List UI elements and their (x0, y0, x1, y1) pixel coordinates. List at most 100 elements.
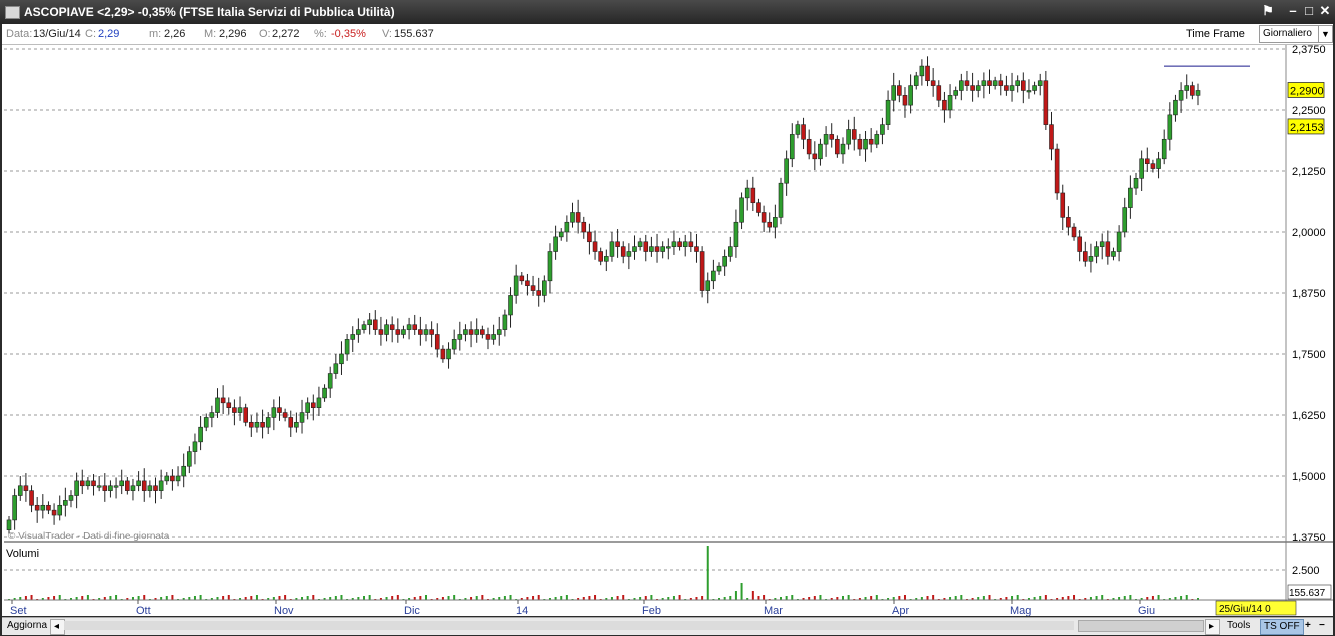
candle-body (784, 158, 789, 184)
candle-body (953, 90, 958, 96)
candle (705, 272, 711, 304)
candle-body (96, 485, 102, 488)
candle-body (327, 373, 333, 389)
volume-bar (819, 595, 822, 600)
candle-body (254, 422, 260, 428)
x-tick-label: Mar (764, 605, 783, 616)
candle (1144, 147, 1150, 172)
candle-body (496, 329, 502, 335)
candle (711, 259, 716, 290)
time-frame-select[interactable]: Giornaliero ▼ (1259, 25, 1333, 43)
volume-bar (678, 595, 681, 600)
chevron-down-icon[interactable]: ▼ (1318, 26, 1332, 42)
volume-bar (53, 596, 56, 600)
candle-body (615, 241, 620, 247)
x-tick-label: Apr (892, 605, 909, 616)
ts-toggle-button[interactable]: TS OFF (1260, 619, 1304, 635)
zoom-out-button[interactable]: − (1316, 619, 1328, 633)
tools-button[interactable]: Tools (1224, 619, 1253, 633)
volume-bar (791, 595, 794, 600)
volume-bar (391, 596, 394, 600)
candle-body (29, 490, 34, 506)
candle (649, 236, 654, 257)
candle-body (637, 241, 643, 247)
candle-body (384, 324, 389, 335)
chart-area[interactable]: 2,3750 2,2500 2,1250 2,0000 1,8750 1,7500 1,62… (2, 45, 1333, 616)
candle (846, 119, 851, 150)
volume-bar (86, 595, 89, 600)
volume-bar (616, 596, 619, 600)
candle-body (34, 504, 40, 511)
candle (587, 223, 592, 255)
scroll-right-button[interactable]: ▸ (1205, 619, 1220, 635)
volume-bar (81, 596, 84, 600)
candle-body (818, 143, 823, 160)
candle (395, 318, 401, 343)
volume-bar (926, 596, 929, 600)
candle (384, 319, 389, 342)
candle (987, 69, 992, 94)
candle-body (79, 480, 85, 487)
volume-bar (58, 595, 61, 600)
open-value: 2,272 (272, 28, 300, 40)
candle (1082, 241, 1088, 267)
candle (451, 329, 457, 355)
candle-body (868, 138, 874, 145)
candle (959, 73, 964, 101)
candle-body (654, 246, 660, 252)
candle (637, 237, 643, 251)
refresh-button[interactable]: Aggiorna (4, 619, 50, 633)
candle-body (23, 485, 29, 491)
pin-icon[interactable]: ⚑ (1260, 3, 1276, 19)
candle (305, 397, 310, 420)
candle (1060, 184, 1066, 231)
candle-body (203, 417, 209, 428)
scroll-left-button[interactable]: ◂ (50, 619, 65, 635)
close-button[interactable]: ✕ (1317, 3, 1333, 19)
candle-body (1150, 163, 1156, 169)
candle (1195, 83, 1201, 106)
candle (96, 476, 102, 492)
candle-body (598, 251, 603, 262)
candle (40, 494, 46, 519)
candle (857, 133, 863, 156)
volume-bar (503, 596, 506, 600)
candle (992, 76, 998, 90)
x-tick-label: Giu (1138, 605, 1155, 616)
candle (868, 128, 874, 153)
candle-body (739, 197, 744, 223)
zoom-in-button[interactable]: + (1302, 619, 1314, 633)
scroll-thumb[interactable] (1078, 620, 1204, 632)
candle-body (835, 138, 840, 155)
candle (795, 120, 801, 139)
candle (147, 480, 153, 498)
candle-body (215, 397, 220, 413)
window-title: ASCOPIAVE <2,29> -0,35% (FTSE Italia Ser… (24, 5, 395, 19)
candle-body (1032, 85, 1037, 91)
candle-body (542, 280, 547, 296)
volume-bar (171, 595, 174, 600)
volume-bar (757, 596, 760, 600)
candle (344, 333, 350, 361)
candle-body (891, 85, 897, 101)
price-volume-chart[interactable]: 2,3750 2,2500 2,1250 2,0000 1,8750 1,7500 1,62… (2, 45, 1333, 616)
minimize-button[interactable]: – (1285, 3, 1301, 19)
candle-body (141, 480, 147, 491)
candle-body (902, 95, 908, 106)
candle-body (1167, 114, 1173, 140)
candle (863, 130, 868, 162)
volume-bar (222, 596, 225, 600)
candle (1049, 111, 1054, 161)
candle-body (620, 246, 626, 257)
volume-bar (847, 595, 850, 600)
maximize-button[interactable]: □ (1301, 3, 1317, 19)
candle-body (778, 182, 784, 218)
candle (350, 326, 356, 353)
volume-bar (898, 596, 901, 600)
scroll-track[interactable] (64, 621, 1074, 630)
candle-body (1043, 80, 1049, 125)
volume-bar (340, 595, 343, 600)
volume-bar (729, 596, 732, 600)
volume-bar (363, 596, 366, 600)
candle-body (553, 236, 558, 252)
